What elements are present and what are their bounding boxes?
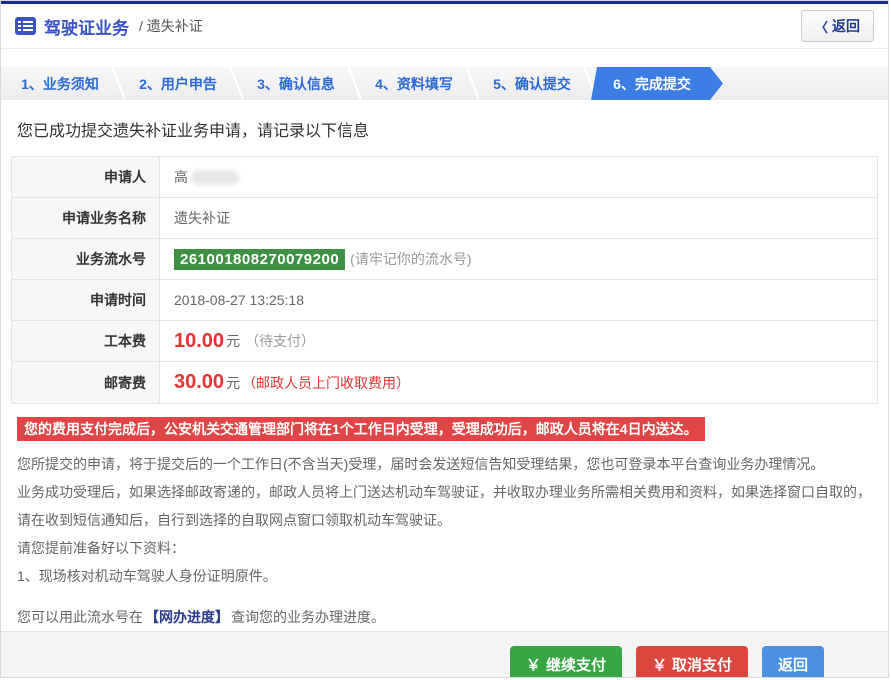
page-container: 驾驶证业务 / 遗失补证 〈 返回 1、业务须知 2、用户申告 3、确认信息 4… [0, 0, 889, 678]
table-row-applicant: 申请人 高 [12, 157, 877, 198]
step-tab-label: 3、确认信息 [257, 75, 335, 92]
step-tab-4[interactable]: 4、资料填写 [355, 67, 479, 100]
step-tab-label: 1、业务须知 [21, 75, 99, 92]
back-button-label: 返回 [832, 18, 860, 34]
row-label: 邮寄费 [12, 362, 160, 403]
step-tab-6-active[interactable]: 6、完成提交 [591, 67, 723, 100]
notice-paragraph: 您所提交的申请，将于提交后的一个工作日(不含当天)受理，届时会发送短信告知受理结… [17, 456, 825, 472]
step-tab-label: 4、资料填写 [375, 75, 453, 92]
chevron-left-icon: 〈 [814, 19, 828, 35]
step-nav: 1、业务须知 2、用户申告 3、确认信息 4、资料填写 5、确认提交 6、完成提… [1, 67, 888, 100]
table-row-time: 申请时间 2018-08-27 13:25:18 [12, 280, 877, 321]
applicant-name: 高 [174, 169, 188, 185]
cost-amount: 10.00 [174, 329, 225, 352]
row-value: 2018-08-27 13:25:18 [174, 292, 304, 308]
list-icon [15, 17, 36, 35]
warning-banner: 您的费用支付完成后，公安机关交通管理部门将在1个工作日内受理，受理成功后，邮政人… [17, 417, 705, 441]
row-label: 工本费 [12, 321, 160, 361]
step-tab-2[interactable]: 2、用户申告 [119, 67, 243, 100]
postage-amount: 30.00 [174, 371, 225, 393]
breadcrumb-current: / 遗失补证 [139, 18, 203, 34]
row-label: 申请业务名称 [12, 198, 160, 238]
notice-paragraph: 请您提前准备好以下资料： [17, 540, 185, 556]
row-label: 业务流水号 [12, 239, 160, 279]
details-table: 申请人 高 申请业务名称 遗失补证 业务流水号 2610018082700792… [11, 156, 878, 404]
return-button[interactable]: 返回 [761, 646, 824, 677]
step-tab-5[interactable]: 5、确认提交 [473, 67, 597, 100]
table-row-postage: 邮寄费 30.00 元 （邮政人员上门收取费用） [12, 362, 877, 403]
step-tab-label: 2、用户申告 [139, 75, 217, 92]
notice-paragraph: 业务成功受理后，如果选择邮政寄递的，邮政人员将上门送达机动车驾驶证，并收取办理业… [17, 484, 871, 528]
cancel-payment-button[interactable]: ￥ 取消支付 [635, 646, 748, 677]
continue-payment-label: 继续支付 [545, 657, 606, 674]
cancel-payment-label: 取消支付 [671, 657, 732, 674]
row-value: 遗失补证 [174, 210, 230, 226]
page-title: 驾驶证业务 [44, 18, 129, 38]
yuan-icon: ￥ [651, 657, 667, 674]
serial-note: (请牢记你的流水号) [350, 251, 472, 267]
cost-unit: 元 [226, 333, 241, 349]
progress-hint-prefix: 您可以用此流水号在 [17, 609, 143, 625]
postage-note: （邮政人员上门收取费用） [242, 374, 411, 391]
table-row-business-name: 申请业务名称 遗失补证 [12, 198, 877, 239]
step-tab-1[interactable]: 1、业务须知 [1, 67, 125, 100]
yuan-icon: ￥ [525, 657, 541, 674]
row-label: 申请人 [12, 157, 160, 197]
row-value: 10.00 元 （待支付） [160, 321, 877, 361]
notice-paragraph: 1、现场核对机动车驾驶人身份证明原件。 [17, 568, 277, 584]
progress-hint-line: 您可以用此流水号在 【网办进度】 查询您的业务办理进度。 [17, 603, 872, 631]
success-message: 您已成功提交遗失补证业务申请，请记录以下信息 [17, 123, 370, 140]
breadcrumb: 驾驶证业务 / 遗失补证 [15, 14, 203, 39]
header: 驾驶证业务 / 遗失补证 〈 返回 [1, 4, 888, 49]
step-tab-label: 5、确认提交 [493, 75, 571, 92]
back-button[interactable]: 〈 返回 [800, 10, 874, 42]
postage-unit: 元 [226, 374, 241, 391]
row-value: 30.00 元 （邮政人员上门收取费用） [160, 362, 877, 403]
table-row-serial: 业务流水号 261001808270079200 (请牢记你的流水号) [12, 239, 877, 280]
notice-section: 您的费用支付完成后，公安机关交通管理部门将在1个工作日内受理，受理成功后，邮政人… [1, 404, 888, 631]
row-value: 261001808270079200 (请牢记你的流水号) [160, 239, 877, 279]
row-label: 申请时间 [12, 280, 160, 320]
action-bar: ￥ 继续支付 ￥ 取消支付 返回 [1, 631, 888, 677]
redacted-name-blur [191, 169, 239, 185]
step-tab-3[interactable]: 3、确认信息 [237, 67, 361, 100]
return-button-label: 返回 [777, 657, 808, 674]
continue-payment-button[interactable]: ￥ 继续支付 [509, 646, 622, 677]
row-value: 高 [160, 157, 877, 197]
cost-note: （待支付） [245, 333, 316, 349]
serial-number-badge: 261001808270079200 [174, 248, 346, 270]
progress-hint-suffix: 查询您的业务办理进度。 [231, 609, 385, 625]
table-row-cost: 工本费 10.00 元 （待支付） [12, 321, 877, 362]
online-progress-link[interactable]: 【网办进度】 [145, 609, 229, 625]
step-tab-label: 6、完成提交 [613, 75, 691, 92]
